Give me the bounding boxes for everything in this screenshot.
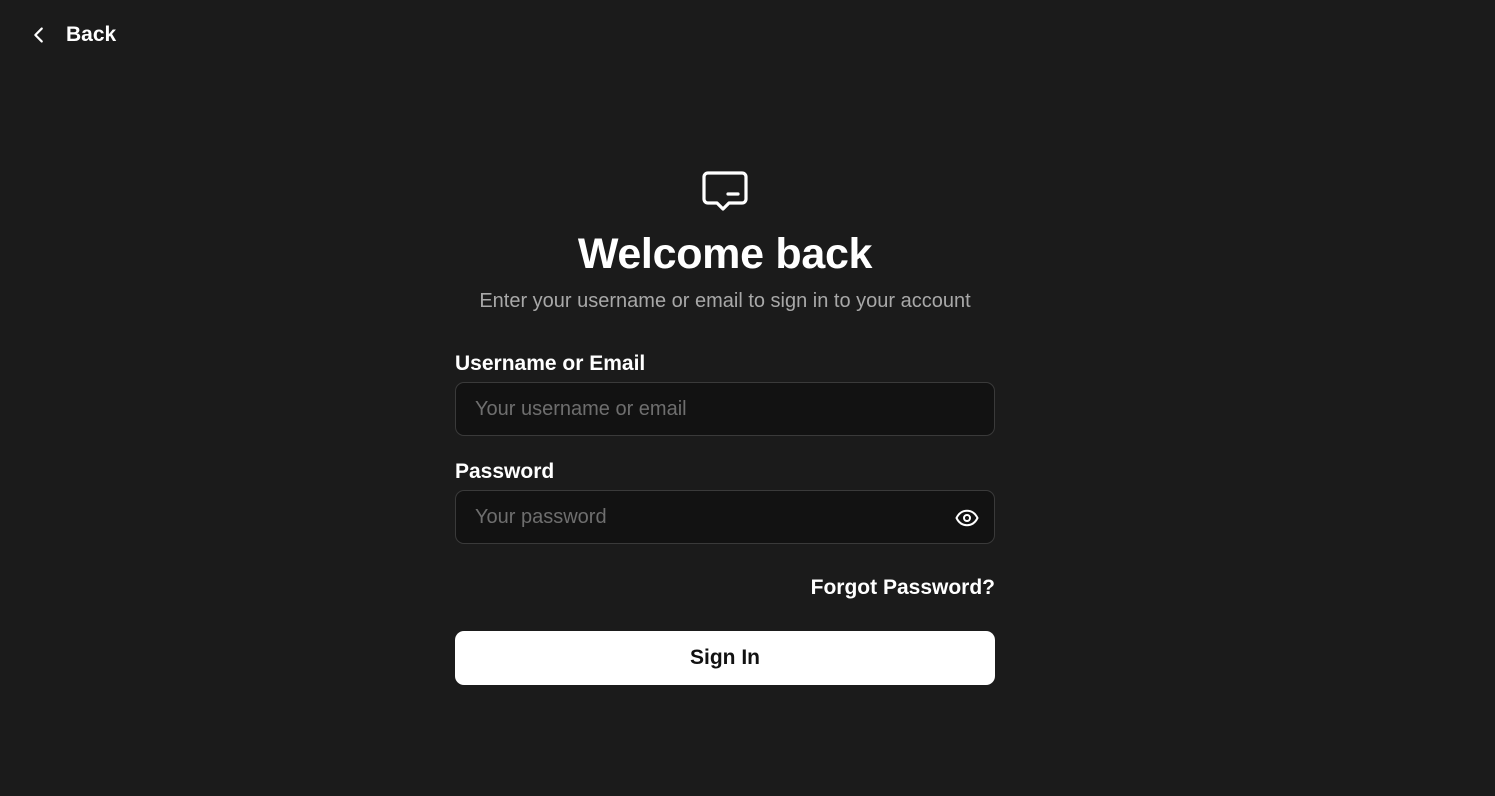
forgot-password-row: Forgot Password?	[455, 576, 995, 600]
page-subtitle: Enter your username or email to sign in …	[479, 290, 971, 312]
username-field	[455, 382, 995, 436]
username-input[interactable]	[456, 383, 994, 435]
chevron-left-icon	[28, 24, 50, 46]
page-title: Welcome back	[577, 230, 873, 278]
show-password-toggle[interactable]	[954, 505, 980, 531]
forgot-password-link[interactable]: Forgot Password?	[811, 576, 995, 599]
eye-icon	[955, 506, 979, 530]
password-field	[455, 490, 995, 544]
message-square-icon	[700, 168, 750, 216]
username-label: Username or Email	[455, 352, 646, 375]
password-input[interactable]	[456, 491, 994, 543]
sign-in-panel: Welcome back Enter your username or emai…	[455, 168, 995, 685]
back-link[interactable]: Back	[28, 20, 116, 50]
password-label: Password	[455, 460, 555, 483]
sign-in-button[interactable]: Sign In	[455, 631, 995, 685]
back-link-label: Back	[66, 23, 117, 46]
